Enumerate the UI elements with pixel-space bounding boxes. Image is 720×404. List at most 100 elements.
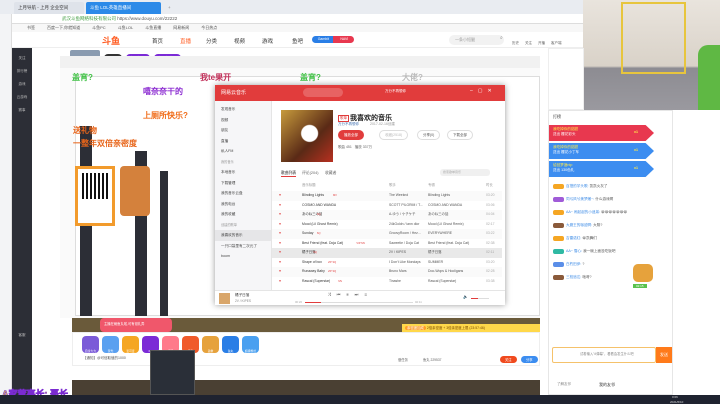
song-row[interactable]: ♥ 橘子日落 SQ 2V / KIPES 橘子日落 02:11 [272, 248, 502, 258]
bookmark[interactable]: 百度一下,你就知道 [47, 25, 80, 31]
bookmark[interactable]: 斗鱼PC [92, 25, 106, 31]
progress-bar[interactable] [305, 302, 413, 303]
song-album[interactable]: SUMMER [428, 258, 483, 268]
follow-button[interactable]: 关注 [500, 356, 517, 363]
share-button[interactable]: 分享(0) [417, 130, 441, 140]
sidebar-item-follow[interactable]: 关注 [12, 56, 32, 61]
col-title[interactable]: 音乐标题 [302, 181, 316, 191]
new-tab-button[interactable]: + [164, 2, 175, 14]
steam-thumbnail[interactable] [150, 350, 195, 395]
friends-link[interactable]: 了解友邻 [557, 382, 571, 387]
music-search-input[interactable] [303, 88, 343, 97]
music-nav-collection[interactable]: 我的收藏 [215, 209, 271, 220]
song-row[interactable]: ♥ Mood (Lil Ghost Remix) 24kGoldn / iann… [272, 220, 502, 230]
music-nav-friends[interactable]: 朋友 [215, 125, 271, 136]
song-album[interactable]: Rascal (Superstar) [428, 277, 483, 287]
window-controls[interactable]: –▢✕ [470, 88, 497, 94]
song-album[interactable]: Doo-Wops & Hooligans [428, 267, 483, 277]
like-heart-icon[interactable]: ♥ [279, 210, 281, 220]
chat-username[interactable]: 同弓风兮美梦嫩~: [566, 197, 594, 201]
bookmark[interactable]: 斗鱼直播 [145, 25, 161, 31]
playlist-item[interactable]: boom [215, 251, 271, 262]
like-heart-icon[interactable]: ♥ [279, 267, 281, 277]
song-row[interactable]: ♥ Shape of box VIP SQ I Don't Like Monda… [272, 258, 502, 268]
song-artist[interactable]: The Weeknd [389, 191, 426, 201]
song-album[interactable]: COSMO AND WANDA [428, 201, 483, 211]
chat-username[interactable]: AA~ 闹起起的小迷弟: [566, 210, 600, 214]
nav-live[interactable]: 直播 [180, 37, 191, 45]
download-all-button[interactable]: 下载全部 [447, 130, 473, 140]
task-button[interactable]: 做任务 [398, 357, 408, 362]
fan-badge[interactable] [553, 183, 564, 189]
music-nav-discover[interactable]: 发现音乐 [215, 104, 271, 115]
tab-collectors[interactable]: 收藏者 [325, 171, 336, 176]
song-artist[interactable]: A-ゆう / ケチケチ [389, 210, 426, 220]
like-heart-icon[interactable]: ♥ [279, 191, 281, 201]
browser-tab-active[interactable]: 斗鱼 LOL英雄直播间 [86, 2, 161, 14]
gift-item[interactable]: 荧光 [102, 336, 119, 353]
tab-song-list[interactable]: 歌曲列表 [281, 171, 297, 177]
song-artist[interactable]: GroovyRoom / Hez... [389, 229, 426, 239]
gift-item[interactable]: 超级粉丝 [242, 336, 259, 353]
bookmark[interactable]: 今日热点 [201, 25, 217, 31]
playlist-creator[interactable]: 万分不再想你 [338, 122, 359, 127]
playlist-item-liked[interactable]: 我喜欢的音乐 [215, 230, 271, 241]
douyu-logo[interactable]: 斗鱼 [102, 34, 120, 47]
song-album[interactable]: EVERYWHERE [428, 229, 483, 239]
music-nav-local[interactable]: 本地音乐 [215, 167, 271, 178]
bookmark[interactable]: 网易新闻 [173, 25, 189, 31]
like-heart-icon[interactable]: ♥ [279, 277, 281, 287]
like-heart-icon[interactable]: ♥ [279, 229, 281, 239]
browser-tab[interactable]: 上月导航 - 上月 企业空间 [14, 2, 84, 14]
song-row[interactable]: ♥ Best Friend (feat. Doja Cat) VIP MV Sa… [272, 239, 502, 249]
song-row[interactable]: ♥ COSMO AND WANDA SCOTT PILGRIM / T... C… [272, 201, 502, 211]
col-artist[interactable]: 歌手 [389, 181, 396, 191]
song-row[interactable]: ♥ Blinding Lights MV The Weeknd Blinding… [272, 191, 502, 201]
tab-comments[interactable]: 评论(204) [302, 171, 318, 176]
song-artist[interactable]: 24kGoldn / iann dior [389, 220, 426, 230]
fan-badge[interactable] [553, 209, 564, 215]
nav-game[interactable]: 游戏 [262, 37, 273, 45]
playlist-search-input[interactable]: 搜索歌单音乐 [440, 169, 490, 176]
music-user-name[interactable]: 万分不再想你 [385, 89, 406, 94]
like-heart-icon[interactable]: ♥ [279, 258, 281, 268]
music-nav-radio[interactable]: 我的电台 [215, 199, 271, 210]
like-heart-icon[interactable]: ♥ [279, 248, 281, 258]
fan-badge[interactable] [553, 235, 564, 241]
send-button[interactable]: 发送 [656, 347, 672, 363]
sidebar-item-rank[interactable]: 排行榜 [12, 69, 32, 74]
sidebar-item-cloud-game[interactable]: 云游戏 [12, 95, 32, 100]
collect-button[interactable]: 收藏(2518) [379, 130, 409, 140]
chat-username[interactable]: 百搭的芋头歌: [566, 184, 589, 188]
song-artist[interactable]: Bruno Mars [389, 267, 426, 277]
song-album[interactable]: Blinding Lights [428, 191, 483, 201]
volume-icon[interactable]: 🔈 [463, 294, 468, 299]
music-nav-downloads[interactable]: 下载管理 [215, 178, 271, 189]
gift-item[interactable]: 自身大力 [82, 336, 99, 353]
chat-username[interactable]: 吉雷诺红: [566, 236, 581, 240]
fan-badge[interactable] [553, 261, 564, 267]
col-duration[interactable]: 时长 [486, 181, 493, 191]
match-banner[interactable]: Gambit NAVI [312, 36, 354, 43]
song-row[interactable]: ♥ Rascal (Superstar) MV Tinashe Rascal (… [272, 277, 502, 287]
fan-badge[interactable] [553, 222, 564, 228]
chat-input[interactable]: 试着输入"#弹幕"，看看会发生什么吧 [552, 347, 656, 363]
chat-username[interactable]: 三枝追达: [566, 275, 581, 279]
bookmark[interactable]: 书签 [27, 25, 35, 31]
like-heart-icon[interactable]: ♥ [279, 239, 281, 249]
sidebar-item-game[interactable]: 游戏 [12, 82, 32, 87]
search-input[interactable]: 一条小短腿 [449, 35, 504, 45]
playback-controls[interactable]: ⤨⏮⏸⏭≡ [327, 292, 373, 297]
bookmark[interactable]: 斗鱼LOL [118, 25, 134, 31]
song-artist[interactable]: SCOTT PILGRIM / T... [389, 201, 426, 211]
follow-button[interactable]: 关注 [525, 41, 532, 46]
song-row[interactable]: ♥ あのね三の話 SQ A-ゆう / ケチケチ あのね三の話 04:04 [272, 210, 502, 220]
nav-home[interactable]: 首页 [152, 37, 163, 45]
history-button[interactable]: 历史 [512, 41, 519, 46]
fan-badge[interactable] [553, 248, 564, 254]
broadcast-button[interactable]: 开播 [538, 41, 545, 46]
music-nav-live[interactable]: 直播 [215, 136, 271, 147]
gift-item[interactable]: 鱼丸 [222, 336, 239, 353]
share-button[interactable]: 分享 [521, 356, 538, 363]
like-heart-icon[interactable]: ♥ [279, 220, 281, 230]
